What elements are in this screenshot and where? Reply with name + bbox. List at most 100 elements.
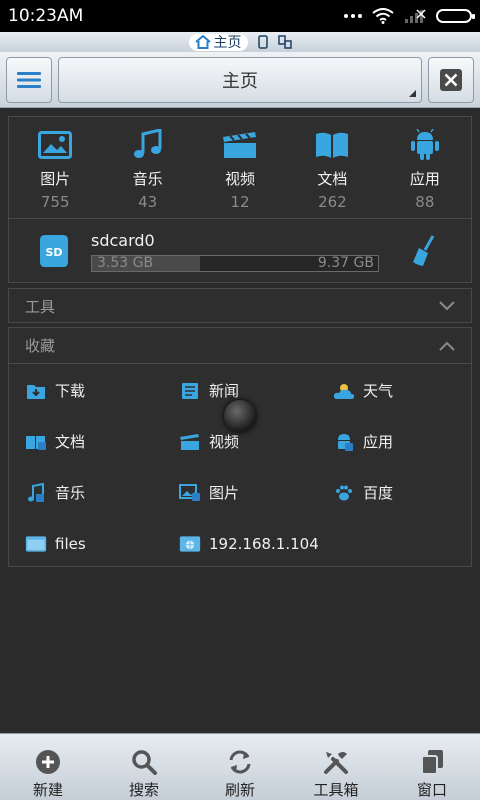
toolbox-icon xyxy=(322,748,350,775)
category-label: 视频 xyxy=(225,170,256,188)
category-documents[interactable]: 文档 262 xyxy=(286,117,378,218)
category-label: 图片 xyxy=(40,170,71,188)
android-icon xyxy=(333,432,355,452)
favorite-label: 文档 xyxy=(55,433,86,451)
tab-phone[interactable] xyxy=(256,35,270,49)
favorites-grid: 下载 新闻 天气 文档 视频 应用 音乐 图片 百度 files 192.168… xyxy=(9,364,471,569)
windows-button[interactable]: 窗口 xyxy=(384,734,480,800)
favorite-item-weather[interactable]: 天气 xyxy=(317,365,471,416)
windows-icon xyxy=(418,748,446,775)
storage-name: sdcard0 xyxy=(91,230,155,250)
news-icon xyxy=(179,381,201,401)
chevron-down-icon xyxy=(439,301,455,311)
status-bar: 10:23AM xyxy=(0,0,480,32)
tab-home[interactable]: 主页 xyxy=(188,33,248,51)
tab-home-label: 主页 xyxy=(213,35,242,51)
toolbox-button[interactable]: 工具箱 xyxy=(288,734,384,800)
category-images[interactable]: 图片 755 xyxy=(9,117,101,218)
favorites-header[interactable]: 收藏 xyxy=(9,328,471,364)
tab-network[interactable] xyxy=(277,35,292,49)
storage-usage-bar: 3.53 GB 9.37 GB xyxy=(91,254,379,272)
category-apps[interactable]: 应用 88 xyxy=(379,117,471,218)
add-icon xyxy=(34,748,62,775)
favorite-label: 百度 xyxy=(363,484,394,502)
image-icon xyxy=(37,129,73,161)
network-icon xyxy=(277,35,292,49)
baidu-paw-icon xyxy=(333,483,355,503)
favorite-item-documents[interactable]: 文档 xyxy=(9,416,163,467)
storage-used: 3.53 GB xyxy=(97,254,154,271)
favorite-label: 应用 xyxy=(363,433,394,451)
battery-icon xyxy=(436,9,475,23)
close-icon xyxy=(440,68,462,91)
phone-icon xyxy=(257,35,268,49)
book-icon xyxy=(25,432,47,452)
category-panel: 图片 755 音乐 43 视频 12 文档 262 应用 88 SD sdcar… xyxy=(8,116,472,283)
svg-text:SD: SD xyxy=(45,246,62,259)
top-toolbar: 主页 xyxy=(0,52,480,108)
new-button[interactable]: 新建 xyxy=(0,734,96,800)
storage-info: sdcard0 3.53 GB 9.37 GB xyxy=(91,231,379,272)
storage-total: 9.37 GB xyxy=(317,254,374,271)
menu-button[interactable] xyxy=(6,56,52,103)
close-button[interactable] xyxy=(428,56,474,103)
favorite-label: 192.168.1.104 xyxy=(209,534,319,553)
status-icons xyxy=(344,8,475,24)
toolbox-label: 工具箱 xyxy=(313,781,359,799)
video-icon xyxy=(222,129,258,161)
chevron-up-icon xyxy=(439,341,455,351)
search-icon xyxy=(130,748,158,775)
category-count: 262 xyxy=(318,193,347,211)
image-icon xyxy=(179,483,201,503)
category-count: 755 xyxy=(40,193,70,211)
refresh-icon xyxy=(226,748,254,775)
refresh-label: 刷新 xyxy=(224,781,255,799)
favorite-label: 图片 xyxy=(209,484,240,502)
category-count: 88 xyxy=(415,193,435,211)
category-videos[interactable]: 视频 12 xyxy=(194,117,286,218)
window-tab-strip: 主页 xyxy=(0,32,480,52)
search-button[interactable]: 搜索 xyxy=(96,734,192,800)
tools-header[interactable]: 工具 xyxy=(9,289,471,323)
favorite-item-images[interactable]: 图片 xyxy=(163,467,317,518)
favorite-item-apps[interactable]: 应用 xyxy=(317,416,471,467)
category-label: 应用 xyxy=(409,170,440,188)
favorite-item-network-share[interactable]: 192.168.1.104 xyxy=(163,518,319,569)
wifi-icon xyxy=(372,8,394,24)
category-label: 音乐 xyxy=(132,170,163,188)
bottom-toolbar: 新建 搜索 刷新 工具箱 窗口 xyxy=(0,733,480,800)
home-icon xyxy=(194,35,211,49)
broom-clean-icon[interactable] xyxy=(411,235,437,267)
download-icon xyxy=(25,381,47,401)
favorite-item-files[interactable]: files xyxy=(9,518,163,569)
music-icon xyxy=(25,482,47,503)
tools-title: 工具 xyxy=(25,297,56,316)
favorites-title: 收藏 xyxy=(25,337,56,355)
favorite-label: 视频 xyxy=(209,433,240,451)
favorite-label: files xyxy=(55,534,86,553)
favorite-item-music[interactable]: 音乐 xyxy=(9,467,163,518)
windows-label: 窗口 xyxy=(416,781,447,799)
path-dropdown[interactable]: 主页 xyxy=(58,56,422,103)
category-music[interactable]: 音乐 43 xyxy=(101,117,193,218)
signal-icon xyxy=(405,9,426,23)
path-label: 主页 xyxy=(222,70,258,92)
storage-row[interactable]: SD sdcard0 3.53 GB 9.37 GB xyxy=(9,219,471,283)
refresh-button[interactable]: 刷新 xyxy=(192,734,288,800)
status-time: 10:23AM xyxy=(8,6,84,26)
video-icon xyxy=(179,432,201,452)
search-label: 搜索 xyxy=(128,781,159,799)
dropdown-corner-icon xyxy=(409,89,416,97)
weather-icon xyxy=(333,381,355,401)
favorite-label: 天气 xyxy=(363,382,394,400)
sd-card-icon: SD xyxy=(40,235,68,267)
category-count: 12 xyxy=(230,193,250,211)
favorite-item-baidu[interactable]: 百度 xyxy=(317,467,471,518)
favorites-section: 收藏 下载 新闻 天气 文档 视频 应用 音乐 图片 百度 files 192.… xyxy=(8,327,472,567)
category-row: 图片 755 音乐 43 视频 12 文档 262 应用 88 xyxy=(9,117,471,219)
tools-section[interactable]: 工具 xyxy=(8,288,472,323)
favorite-label: 新闻 xyxy=(209,382,240,400)
new-label: 新建 xyxy=(32,781,63,799)
favorite-item-download[interactable]: 下载 xyxy=(9,365,163,416)
loading-spinner xyxy=(224,400,256,432)
